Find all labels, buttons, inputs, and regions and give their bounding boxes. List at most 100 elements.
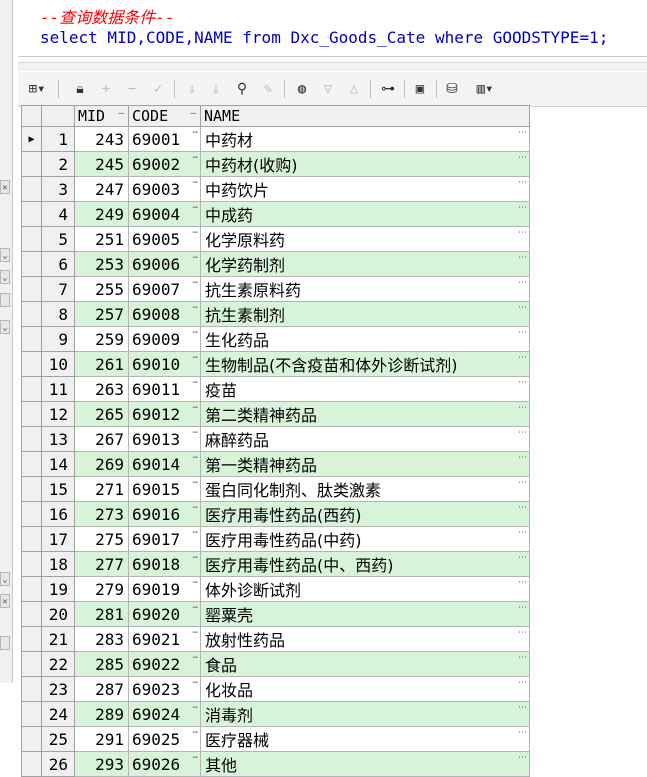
cell-name[interactable]: 化学药制剂 ⋯ (200, 251, 530, 277)
cell-code[interactable]: 69007 ⋯ (128, 276, 201, 302)
row-number[interactable]: 14 (41, 451, 75, 477)
cell-name[interactable]: 医疗用毒性药品(西药) ⋯ (200, 501, 530, 527)
table-row[interactable]: 4 249 69004 ⋯ 中成药 ⋯ (21, 201, 530, 227)
cell-mid[interactable]: 265 (74, 401, 129, 427)
row-indicator[interactable] (21, 501, 42, 527)
cell-editor-icon[interactable]: ⋯ (193, 179, 198, 188)
cell-editor-icon[interactable]: ⋯ (518, 679, 527, 688)
chevron-down-icon[interactable]: ⌄ (0, 320, 10, 334)
cell-editor-icon[interactable]: ⋯ (518, 429, 527, 438)
table-row[interactable]: 16 273 69016 ⋯ 医疗用毒性药品(西药) ⋯ (21, 501, 530, 527)
cell-editor-icon[interactable]: ⋯ (193, 479, 198, 488)
row-number[interactable]: 12 (41, 401, 75, 427)
sql-editor[interactable]: --查询数据条件-- select MID,CODE,NAME from Dxc… (18, 0, 647, 57)
cell-editor-icon[interactable]: ⋯ (518, 704, 527, 713)
cell-mid[interactable]: 249 (74, 201, 129, 227)
row-indicator[interactable] (21, 251, 42, 277)
cell-editor-icon[interactable]: ⋯ (193, 304, 198, 313)
row-indicator[interactable] (21, 226, 42, 252)
cell-code[interactable]: 69014 ⋯ (128, 451, 201, 477)
row-indicator[interactable] (21, 576, 42, 602)
cell-editor-icon[interactable]: ⋯ (193, 204, 198, 213)
cell-code[interactable]: 69012 ⋯ (128, 401, 201, 427)
row-number[interactable]: 10 (41, 351, 75, 377)
row-indicator[interactable] (21, 651, 42, 677)
table-row[interactable]: 19 279 69019 ⋯ 体外诊断试剂 ⋯ (21, 576, 530, 602)
cell-name[interactable]: 麻醉药品 ⋯ (200, 426, 530, 452)
close-icon[interactable]: ✕ (0, 594, 10, 608)
lock-icon[interactable]: 🔒︎ (70, 79, 90, 99)
cell-editor-icon[interactable]: ⋯ (193, 504, 198, 513)
row-indicator[interactable] (21, 201, 42, 227)
table-row[interactable]: 14 269 69014 ⋯ 第一类精神药品 ⋯ (21, 451, 530, 477)
cell-editor-icon[interactable]: ⋯ (518, 404, 527, 413)
cell-mid[interactable]: 253 (74, 251, 129, 277)
row-indicator[interactable] (21, 476, 42, 502)
row-number[interactable]: 24 (41, 701, 75, 727)
column-header-mid[interactable]: MID — (74, 105, 129, 127)
cell-editor-icon[interactable]: ⋯ (193, 604, 198, 613)
cell-editor-icon[interactable]: ⋯ (518, 179, 527, 188)
cell-editor-icon[interactable]: ⋯ (193, 654, 198, 663)
cell-editor-icon[interactable]: ⋯ (193, 404, 198, 413)
cell-code[interactable]: 69004 ⋯ (128, 201, 201, 227)
cell-editor-icon[interactable]: ⋯ (193, 279, 198, 288)
cell-editor-icon[interactable]: ⋯ (193, 254, 198, 263)
row-number[interactable]: 22 (41, 651, 75, 677)
cell-code[interactable]: 69006 ⋯ (128, 251, 201, 277)
table-row[interactable]: 7 255 69007 ⋯ 抗生素原料药 ⋯ (21, 276, 530, 302)
cell-editor-icon[interactable]: ⋯ (193, 379, 198, 388)
cell-editor-icon[interactable]: ⋯ (518, 504, 527, 513)
cell-mid[interactable]: 259 (74, 326, 129, 352)
table-row[interactable]: 8 257 69008 ⋯ 抗生素制剂 ⋯ (21, 301, 530, 327)
cell-name[interactable]: 化妆品 ⋯ (200, 676, 530, 702)
cell-code[interactable]: 69016 ⋯ (128, 501, 201, 527)
cell-mid[interactable]: 281 (74, 601, 129, 627)
chevron-down-icon[interactable]: ⌄ (0, 270, 10, 284)
table-row[interactable]: ▶ 1 243 69001 ⋯ 中药材 ⋯ (21, 126, 530, 152)
cell-editor-icon[interactable]: ⋯ (518, 379, 527, 388)
cell-mid[interactable]: 275 (74, 526, 129, 552)
table-row[interactable]: 2 245 69002 ⋯ 中药材(收购) ⋯ (21, 151, 530, 177)
cell-mid[interactable]: 273 (74, 501, 129, 527)
row-indicator[interactable] (21, 401, 42, 427)
row-indicator[interactable] (21, 426, 42, 452)
cell-code[interactable]: 69024 ⋯ (128, 701, 201, 727)
checkbox-icon[interactable] (0, 293, 10, 307)
post-icon[interactable]: ✓ (148, 79, 168, 99)
cell-mid[interactable]: 245 (74, 151, 129, 177)
cell-code[interactable]: 69011 ⋯ (128, 376, 201, 402)
cell-editor-icon[interactable]: ⋯ (518, 279, 527, 288)
row-indicator[interactable] (21, 726, 42, 752)
cell-mid[interactable]: 243 (74, 126, 129, 152)
cell-code[interactable]: 69005 ⋯ (128, 226, 201, 252)
cell-editor-icon[interactable]: ⋯ (193, 729, 198, 738)
row-number[interactable]: 1 (41, 126, 75, 152)
row-number[interactable]: 9 (41, 326, 75, 352)
cell-name[interactable]: 中药材 ⋯ (200, 126, 530, 152)
cell-name[interactable]: 第二类精神药品 ⋯ (200, 401, 530, 427)
cell-name[interactable]: 其他 ⋯ (200, 751, 530, 777)
delete-row-icon[interactable]: − (122, 79, 142, 99)
cell-editor-icon[interactable]: ⋯ (518, 729, 527, 738)
table-row[interactable]: 26 293 69026 ⋯ 其他 ⋯ (21, 751, 530, 777)
cell-editor-icon[interactable]: ⋯ (518, 304, 527, 313)
cell-editor-icon[interactable]: ⋯ (518, 354, 527, 363)
save-icon[interactable]: ▣ (410, 79, 430, 99)
chevron-down-icon[interactable]: ⌄ (0, 248, 10, 262)
cell-mid[interactable]: 261 (74, 351, 129, 377)
cell-editor-icon[interactable]: ⋯ (518, 604, 527, 613)
row-number[interactable]: 20 (41, 601, 75, 627)
cell-name[interactable]: 蛋白同化制剂、肽类激素 ⋯ (200, 476, 530, 502)
table-row[interactable]: 11 263 69011 ⋯ 疫苗 ⋯ (21, 376, 530, 402)
table-row[interactable]: 21 283 69021 ⋯ 放射性药品 ⋯ (21, 626, 530, 652)
table-row[interactable]: 22 285 69022 ⋯ 食品 ⋯ (21, 651, 530, 677)
row-number[interactable]: 16 (41, 501, 75, 527)
explain-icon[interactable]: ⊶ (378, 79, 398, 99)
table-row[interactable]: 12 265 69012 ⋯ 第二类精神药品 ⋯ (21, 401, 530, 427)
row-number[interactable]: 19 (41, 576, 75, 602)
cell-editor-icon[interactable]: ⋯ (518, 229, 527, 238)
cell-editor-icon[interactable]: ⋯ (518, 629, 527, 638)
cell-editor-icon[interactable]: ⋯ (518, 754, 527, 763)
row-number[interactable]: 23 (41, 676, 75, 702)
